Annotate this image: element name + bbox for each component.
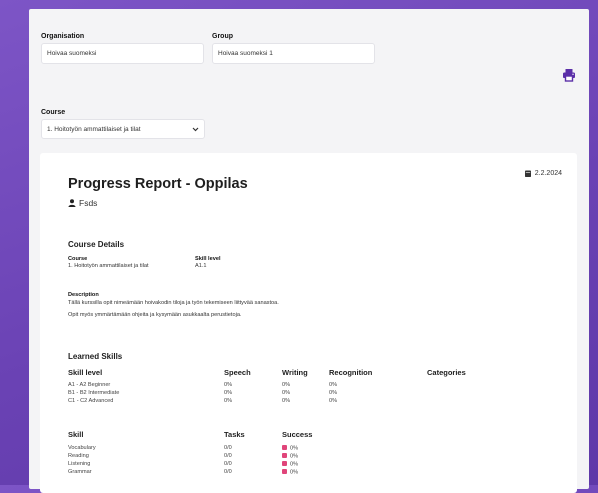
success-marker-icon [282, 461, 287, 466]
levels-cell: 0% [224, 382, 233, 388]
user-icon [68, 199, 76, 207]
group-label: Group [212, 33, 233, 40]
levels-cell: 0% [329, 382, 338, 388]
levels-cell: 0% [329, 398, 338, 404]
calendar-icon [524, 170, 531, 177]
skills-cell: Reading [68, 453, 89, 459]
skills-cell: Grammar [68, 469, 92, 475]
report-date: 2.2.2024 [524, 170, 562, 177]
filters-panel: Organisation Hoivaa suomeksi Group Hoiva… [29, 9, 589, 493]
success-marker-icon [282, 469, 287, 474]
description-label: Description [68, 292, 99, 298]
levels-header-recognition: Recognition [329, 368, 373, 377]
success-value: 0% [290, 469, 299, 476]
skills-cell: 0% [282, 461, 298, 469]
report-user: Fsds [68, 198, 97, 208]
description-line-2: Opit myös ymmärtämään ohjeita ja kysymää… [68, 312, 242, 318]
levels-cell: 0% [329, 390, 338, 396]
skills-cell: 0% [282, 453, 298, 461]
report-date-text: 2.2.2024 [534, 170, 562, 177]
levels-header-speech: Speech [224, 368, 251, 377]
skills-cell: 0/0 [224, 469, 232, 475]
levels-cell: B1 - B2 Intermediate [68, 390, 120, 396]
group-field[interactable]: Hoivaa suomeksi 1 [212, 43, 375, 64]
course-label: Course [41, 109, 66, 116]
group-value: Hoivaa suomeksi 1 [218, 50, 273, 57]
skills-header-skill: Skill [68, 430, 84, 439]
organisation-field[interactable]: Hoivaa suomeksi [41, 43, 204, 64]
skills-cell: Listening [68, 461, 91, 467]
success-marker-icon [282, 453, 287, 458]
skills-cell: 0/0 [224, 461, 232, 467]
skills-header-success: Success [282, 430, 313, 439]
levels-cell: A1 - A2 Beginner [68, 382, 111, 388]
organisation-value: Hoivaa suomeksi [47, 50, 97, 57]
success-marker-icon [282, 445, 287, 450]
course-select-value: 1. Hoitotyön ammattilaiset ja tilat [47, 125, 141, 133]
course-details-course-value: 1. Hoitotyön ammattilaiset ja tilat [68, 263, 149, 269]
success-value: 0% [290, 453, 299, 460]
learned-skills-heading: Learned Skills [68, 352, 123, 361]
skills-cell: 0/0 [224, 445, 232, 451]
levels-cell: 0% [224, 390, 233, 396]
course-details-heading: Course Details [68, 240, 125, 249]
skills-cell: Vocabulary [68, 445, 96, 451]
skills-cell: 0/0 [224, 453, 232, 459]
skills-cell: 0% [282, 469, 298, 477]
printer-icon[interactable] [562, 68, 576, 82]
report-title: Progress Report - Oppilas [68, 176, 248, 192]
levels-cell: 0% [224, 398, 233, 404]
course-select[interactable]: 1. Hoitotyön ammattilaiset ja tilat [41, 119, 205, 139]
levels-header-skill-level: Skill level [68, 368, 103, 377]
course-details-skill-level-value: A1.1 [195, 263, 207, 269]
organisation-label: Organisation [41, 33, 85, 40]
description-line-1: Tällä kurssilla opit nimeämään hoivakodi… [68, 300, 279, 306]
skills-cell: 0% [282, 445, 298, 453]
levels-header-writing: Writing [282, 368, 308, 377]
levels-cell: 0% [282, 398, 291, 404]
success-value: 0% [290, 461, 299, 468]
report-user-name: Fsds [79, 198, 98, 208]
success-value: 0% [290, 445, 299, 452]
levels-cell: 0% [282, 390, 291, 396]
levels-cell: C1 - C2 Advanced [68, 398, 114, 404]
levels-cell: 0% [282, 382, 291, 388]
skills-header-tasks: Tasks [224, 430, 245, 439]
chevron-down-icon [192, 127, 199, 131]
levels-header-categories: Categories [427, 368, 466, 377]
progress-report-card: Progress Report - Oppilas 2.2.2024 Fsds … [40, 153, 577, 493]
